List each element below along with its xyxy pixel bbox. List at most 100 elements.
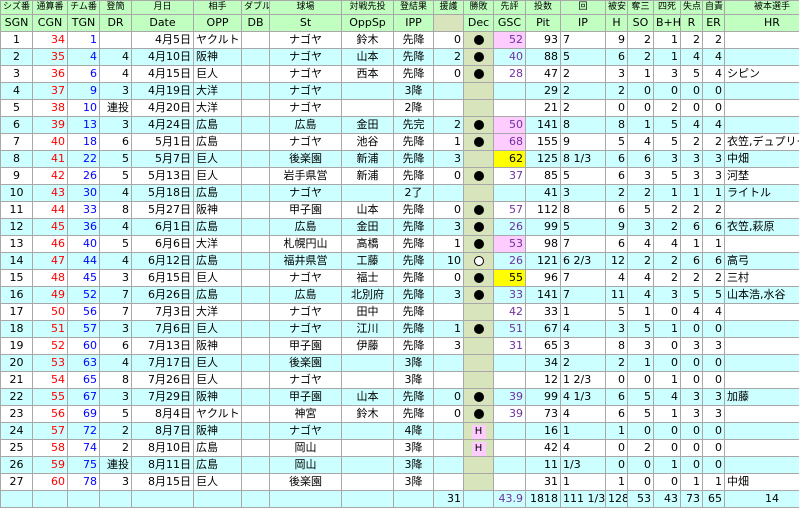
- cell-db: [242, 253, 270, 270]
- cell-gsc: [494, 474, 526, 491]
- table-row: 53810連投4月20日大洋ナゴヤ2降21200200: [1, 100, 799, 117]
- cell-opp: 大洋: [194, 304, 242, 321]
- cell-hr: 中畑: [725, 151, 799, 168]
- cell-bh: 0: [654, 355, 681, 372]
- cell-ipp: 先降: [394, 253, 434, 270]
- cell-sgn: 9: [1, 168, 33, 185]
- header-top-cell: 援護: [434, 1, 464, 15]
- cell-oppsp: 伊藤: [342, 338, 394, 355]
- cell-r: 2: [681, 32, 703, 49]
- cell-ipp: 先降: [394, 389, 434, 406]
- cell-h: 0: [606, 100, 628, 117]
- header-top-cell: 失点: [681, 1, 703, 15]
- cell-cgn: 53: [33, 355, 68, 372]
- cell-bh: 3: [654, 66, 681, 83]
- cell-st: ナゴヤ: [270, 270, 342, 287]
- cell-so: 0: [628, 372, 654, 389]
- header-top-cell: 奪三: [628, 1, 654, 15]
- header-bottom-cell: GSC: [494, 15, 526, 32]
- cell-hr: [725, 355, 799, 372]
- cell-er: 0: [703, 83, 725, 100]
- cell-r: 0: [681, 100, 703, 117]
- cell-opp: 広島: [194, 440, 242, 457]
- cell-pit: 125: [526, 151, 561, 168]
- cell-so: 3: [628, 219, 654, 236]
- total-r: 73: [681, 491, 703, 508]
- cell-st: ナゴヤ: [270, 185, 342, 202]
- header-bottom-cell: Date: [132, 15, 194, 32]
- cell-er: 1: [703, 185, 725, 202]
- cell-gsc: 50: [494, 117, 526, 134]
- cell-h: 5: [606, 304, 628, 321]
- cell-so: 4: [628, 287, 654, 304]
- cell-pit: 16: [526, 423, 561, 440]
- cell-oppsp: [342, 185, 394, 202]
- cell-er: 4: [703, 117, 725, 134]
- cell-hr: 河埜: [725, 168, 799, 185]
- cell-sgn: 18: [1, 321, 33, 338]
- cell-st: 甲子園: [270, 338, 342, 355]
- cell-db: [242, 185, 270, 202]
- win-mark-icon: [474, 256, 484, 266]
- cell-dr: 2: [100, 440, 132, 457]
- cell-so: 2: [628, 440, 654, 457]
- total-empty: [342, 491, 394, 508]
- cell-so: 6: [628, 151, 654, 168]
- cell-opp: 阪神: [194, 389, 242, 406]
- table-row: 24577228月7日阪神ナゴヤ4降H16110000: [1, 423, 799, 440]
- cell-gsc: [494, 83, 526, 100]
- cell-tgn: 74: [68, 440, 100, 457]
- cell-db: [242, 219, 270, 236]
- header-top-cell: 投数: [526, 1, 561, 15]
- cell-sgn: 16: [1, 287, 33, 304]
- cell-run: 0: [434, 270, 464, 287]
- cell-tgn: 18: [68, 134, 100, 151]
- cell-hr: [725, 49, 799, 66]
- cell-er: 4: [703, 66, 725, 83]
- cell-run: 10: [434, 253, 464, 270]
- cell-so: 5: [628, 389, 654, 406]
- cell-bh: 0: [654, 83, 681, 100]
- header-top-cell: 通算番: [33, 1, 68, 15]
- cell-ipp: 先降: [394, 66, 434, 83]
- cell-er: 4: [703, 304, 725, 321]
- cell-pit: 42: [526, 440, 561, 457]
- cell-oppsp: 池谷: [342, 134, 394, 151]
- cell-st: 広島: [270, 117, 342, 134]
- cell-cgn: 37: [33, 83, 68, 100]
- cell-bh: 0: [654, 304, 681, 321]
- cell-h: 6: [606, 151, 628, 168]
- cell-date: 5月18日: [132, 185, 194, 202]
- cell-db: [242, 287, 270, 304]
- cell-date: 8月10日: [132, 440, 194, 457]
- cell-pit: 88: [526, 49, 561, 66]
- cell-ip: 2: [561, 100, 606, 117]
- cell-opp: 広島: [194, 287, 242, 304]
- cell-run: [434, 83, 464, 100]
- cell-dec: [464, 372, 494, 389]
- table-row: 6391334月24日広島広島金田先完250141881544: [1, 117, 799, 134]
- cell-pit: 29: [526, 83, 561, 100]
- table-row: 23566958月4日ヤクルト神宮鈴木先降03973465133: [1, 406, 799, 423]
- cell-gsc: 31: [494, 338, 526, 355]
- header-top-cell: 登結果: [394, 1, 434, 15]
- cell-dr: 3: [100, 117, 132, 134]
- cell-bh: 5: [654, 134, 681, 151]
- cell-hr: ライトル: [725, 185, 799, 202]
- cell-er: 6: [703, 253, 725, 270]
- cell-sgn: 14: [1, 253, 33, 270]
- cell-date: 7月26日: [132, 372, 194, 389]
- cell-cgn: 60: [33, 474, 68, 491]
- cell-tgn: 36: [68, 219, 100, 236]
- cell-cgn: 35: [33, 49, 68, 66]
- cell-date: 5月27日: [132, 202, 194, 219]
- cell-db: [242, 134, 270, 151]
- cell-dec: [464, 151, 494, 168]
- cell-so: 2: [628, 185, 654, 202]
- cell-so: 2: [628, 253, 654, 270]
- cell-tgn: 67: [68, 389, 100, 406]
- cell-pit: 33: [526, 304, 561, 321]
- cell-ip: 7: [561, 236, 606, 253]
- cell-sgn: 4: [1, 83, 33, 100]
- cell-date: 4月20日: [132, 100, 194, 117]
